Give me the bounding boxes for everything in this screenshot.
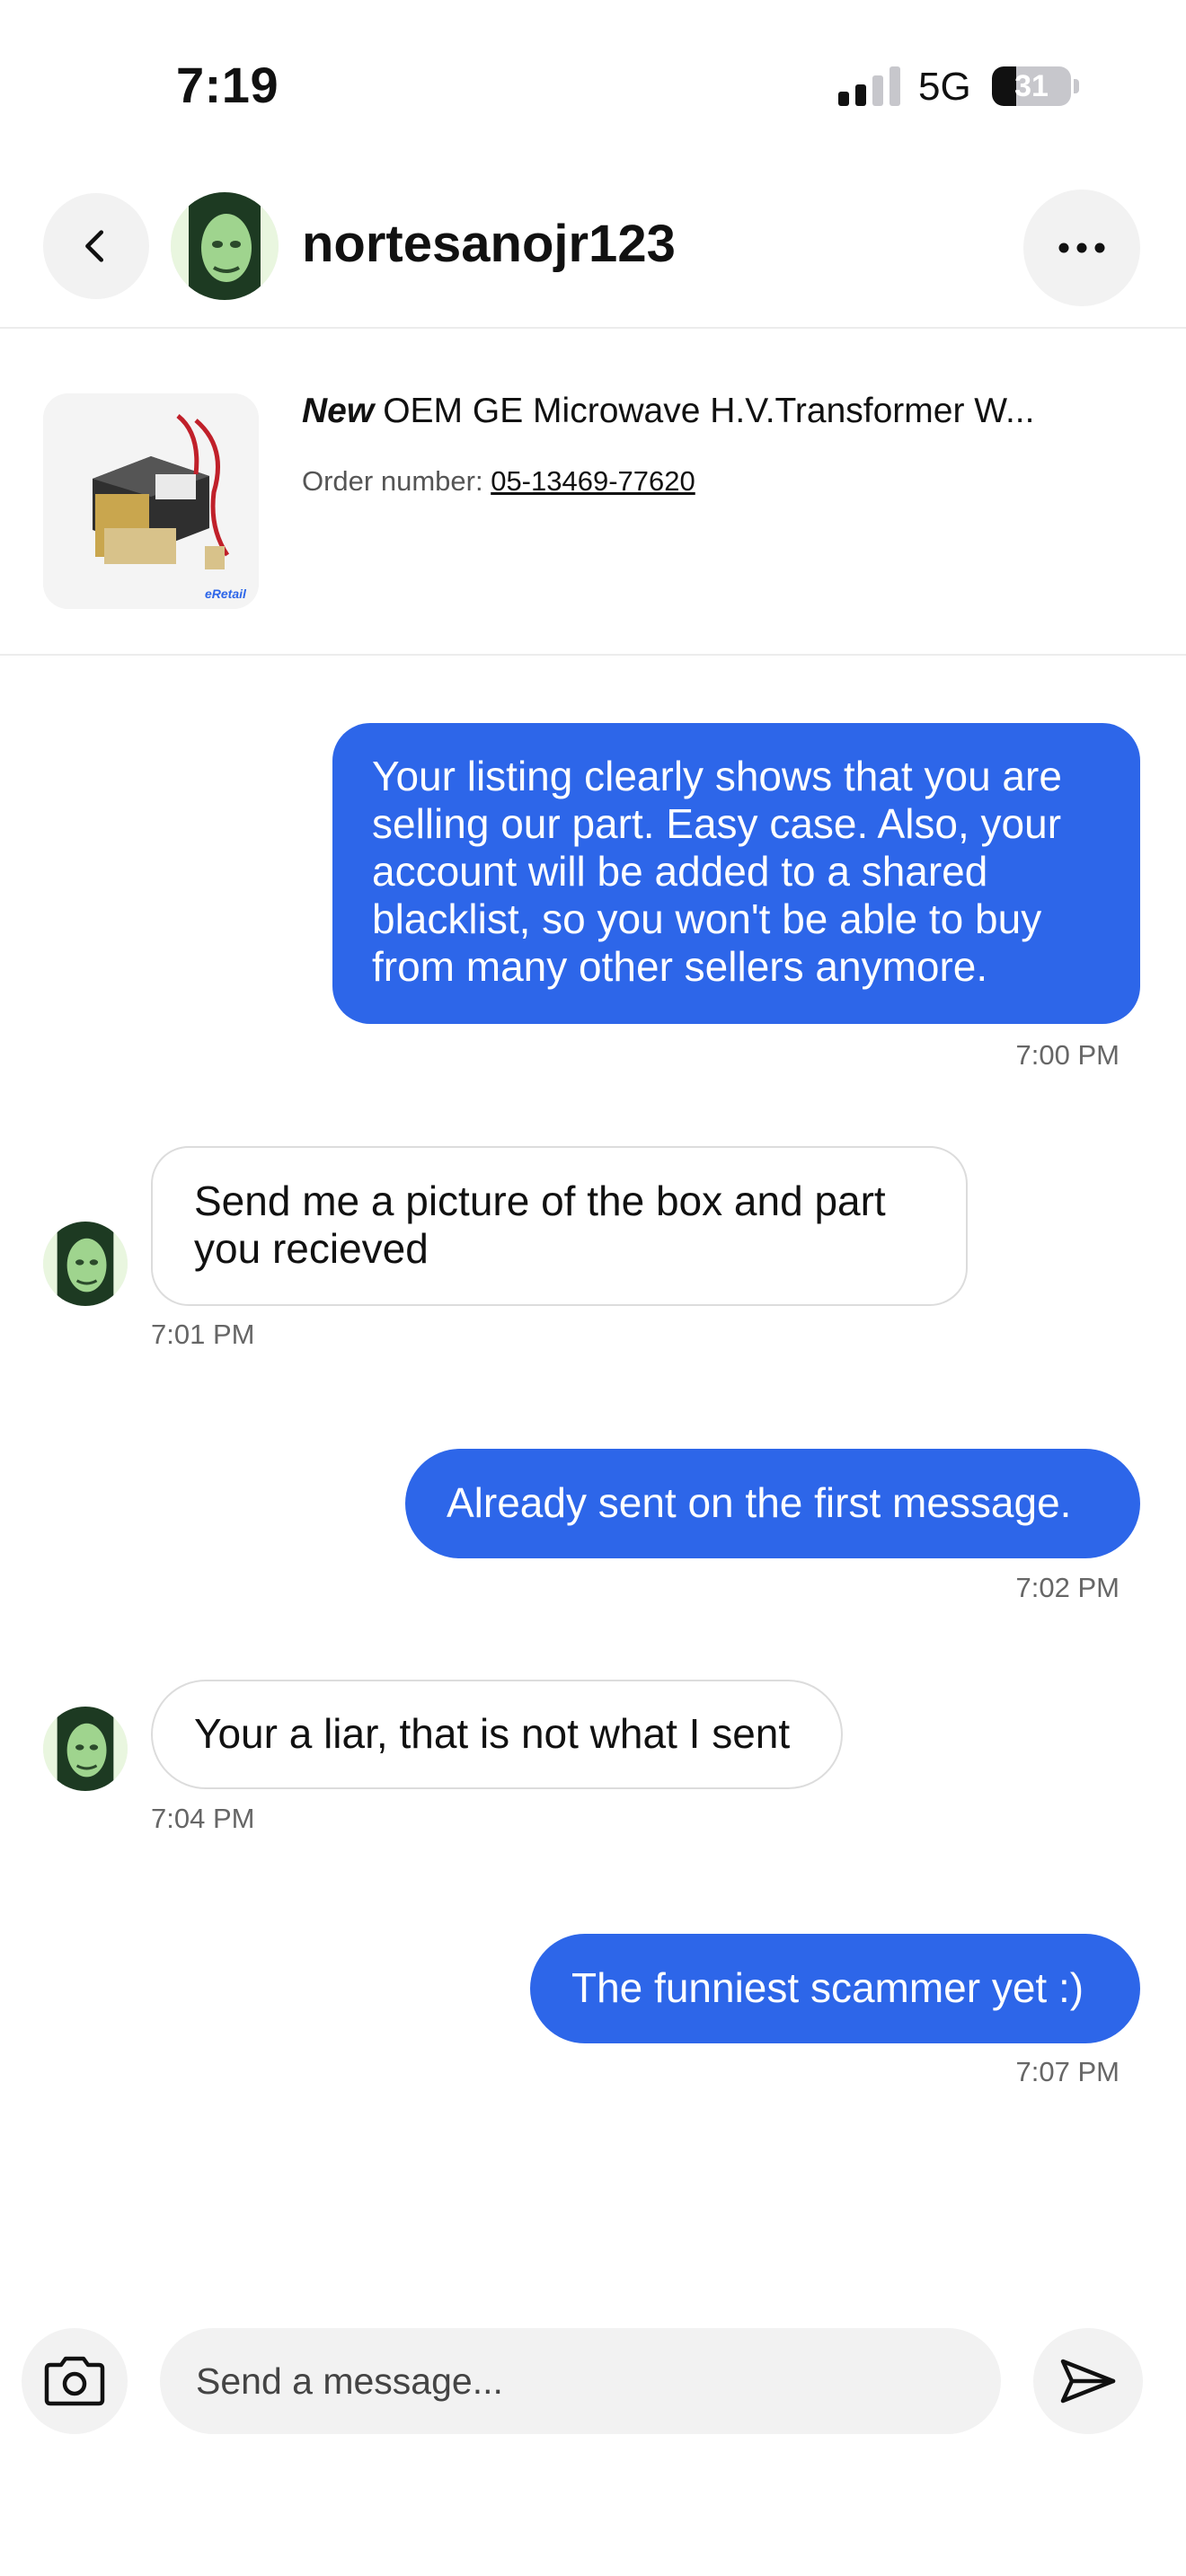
- message-line: from many other sellers anymore.: [372, 943, 988, 990]
- message-line: blacklist, so you won't be able to buy: [372, 895, 1042, 942]
- signal-bar: [890, 66, 900, 106]
- more-options-button[interactable]: [1023, 190, 1140, 306]
- message-line: Send me a picture of the box and part: [194, 1178, 886, 1224]
- order-number-link[interactable]: 05-13469-77620: [491, 465, 695, 497]
- status-bar: 7:19 5G 31: [0, 0, 1186, 171]
- back-button[interactable]: [43, 193, 149, 299]
- chevron-left-icon: [85, 230, 104, 262]
- send-icon: [1060, 2359, 1116, 2404]
- message-line: The funniest scammer yet :): [571, 1964, 1084, 2011]
- outgoing-message-bubble[interactable]: The funniest scammer yet :): [530, 1934, 1140, 2043]
- message-timestamp: 7:00 PM: [1015, 1039, 1120, 1071]
- signal-bar: [838, 92, 849, 106]
- order-summary[interactable]: eRetail New OEM GE Microwave H.V.Transfor…: [0, 331, 1186, 656]
- item-condition: New: [302, 392, 375, 430]
- avatar-photo: [43, 1707, 128, 1791]
- message-composer: [0, 2308, 1186, 2461]
- outgoing-message-bubble[interactable]: Your listing clearly shows that you are …: [332, 723, 1140, 1024]
- order-number-line: Order number: 05-13469-77620: [302, 465, 695, 498]
- network-type: 5G: [918, 65, 971, 109]
- battery-icon: 31: [992, 66, 1071, 106]
- message-timestamp: 7:01 PM: [151, 1319, 255, 1350]
- sender-avatar[interactable]: [43, 1222, 128, 1306]
- conversation-header: nortesanojr123: [0, 180, 1186, 329]
- message-line: Your a liar, that is not what I sent: [194, 1710, 791, 1757]
- outgoing-message-bubble[interactable]: Already sent on the first message.: [405, 1449, 1140, 1558]
- message-timestamp: 7:07 PM: [1015, 2056, 1120, 2087]
- message-line: you recieved: [194, 1225, 429, 1272]
- status-time: 7:19: [176, 57, 279, 113]
- battery-percent: 31: [1014, 69, 1049, 103]
- username[interactable]: nortesanojr123: [302, 214, 676, 274]
- message-timestamp: 7:04 PM: [151, 1803, 255, 1834]
- incoming-message-bubble[interactable]: Send me a picture of the box and part yo…: [151, 1146, 968, 1306]
- item-thumbnail[interactable]: eRetail: [43, 393, 259, 609]
- avatar-photo: [43, 1222, 128, 1306]
- send-button[interactable]: [1033, 2328, 1143, 2434]
- signal-bar: [872, 75, 883, 106]
- item-title[interactable]: New OEM GE Microwave H.V.Transformer W...: [302, 392, 1146, 431]
- transformer-image: eRetail: [43, 393, 259, 609]
- message-line: Already sent on the first message.: [447, 1479, 1072, 1526]
- message-line: selling our part. Easy case. Also, your: [372, 800, 1062, 847]
- ellipsis-icon: [1058, 243, 1105, 253]
- order-number-label: Order number:: [302, 465, 483, 497]
- item-title-text: OEM GE Microwave H.V.Transformer W...: [383, 392, 1035, 430]
- sender-avatar[interactable]: [43, 1707, 128, 1791]
- avatar-photo: [171, 192, 279, 300]
- incoming-message-bubble[interactable]: Your a liar, that is not what I sent: [151, 1680, 843, 1789]
- thumb-badge: eRetail: [205, 587, 247, 601]
- camera-icon: [44, 2356, 105, 2406]
- message-input[interactable]: [160, 2328, 1001, 2434]
- signal-bar: [855, 84, 866, 106]
- battery-cap: [1074, 79, 1079, 93]
- cellular-signal-icon: [838, 66, 901, 106]
- message-timestamp: 7:02 PM: [1015, 1572, 1120, 1603]
- message-line: Your listing clearly shows that you are: [372, 753, 1062, 799]
- message-line: account will be added to a shared: [372, 848, 988, 895]
- avatar[interactable]: [171, 192, 279, 300]
- camera-button[interactable]: [22, 2328, 128, 2434]
